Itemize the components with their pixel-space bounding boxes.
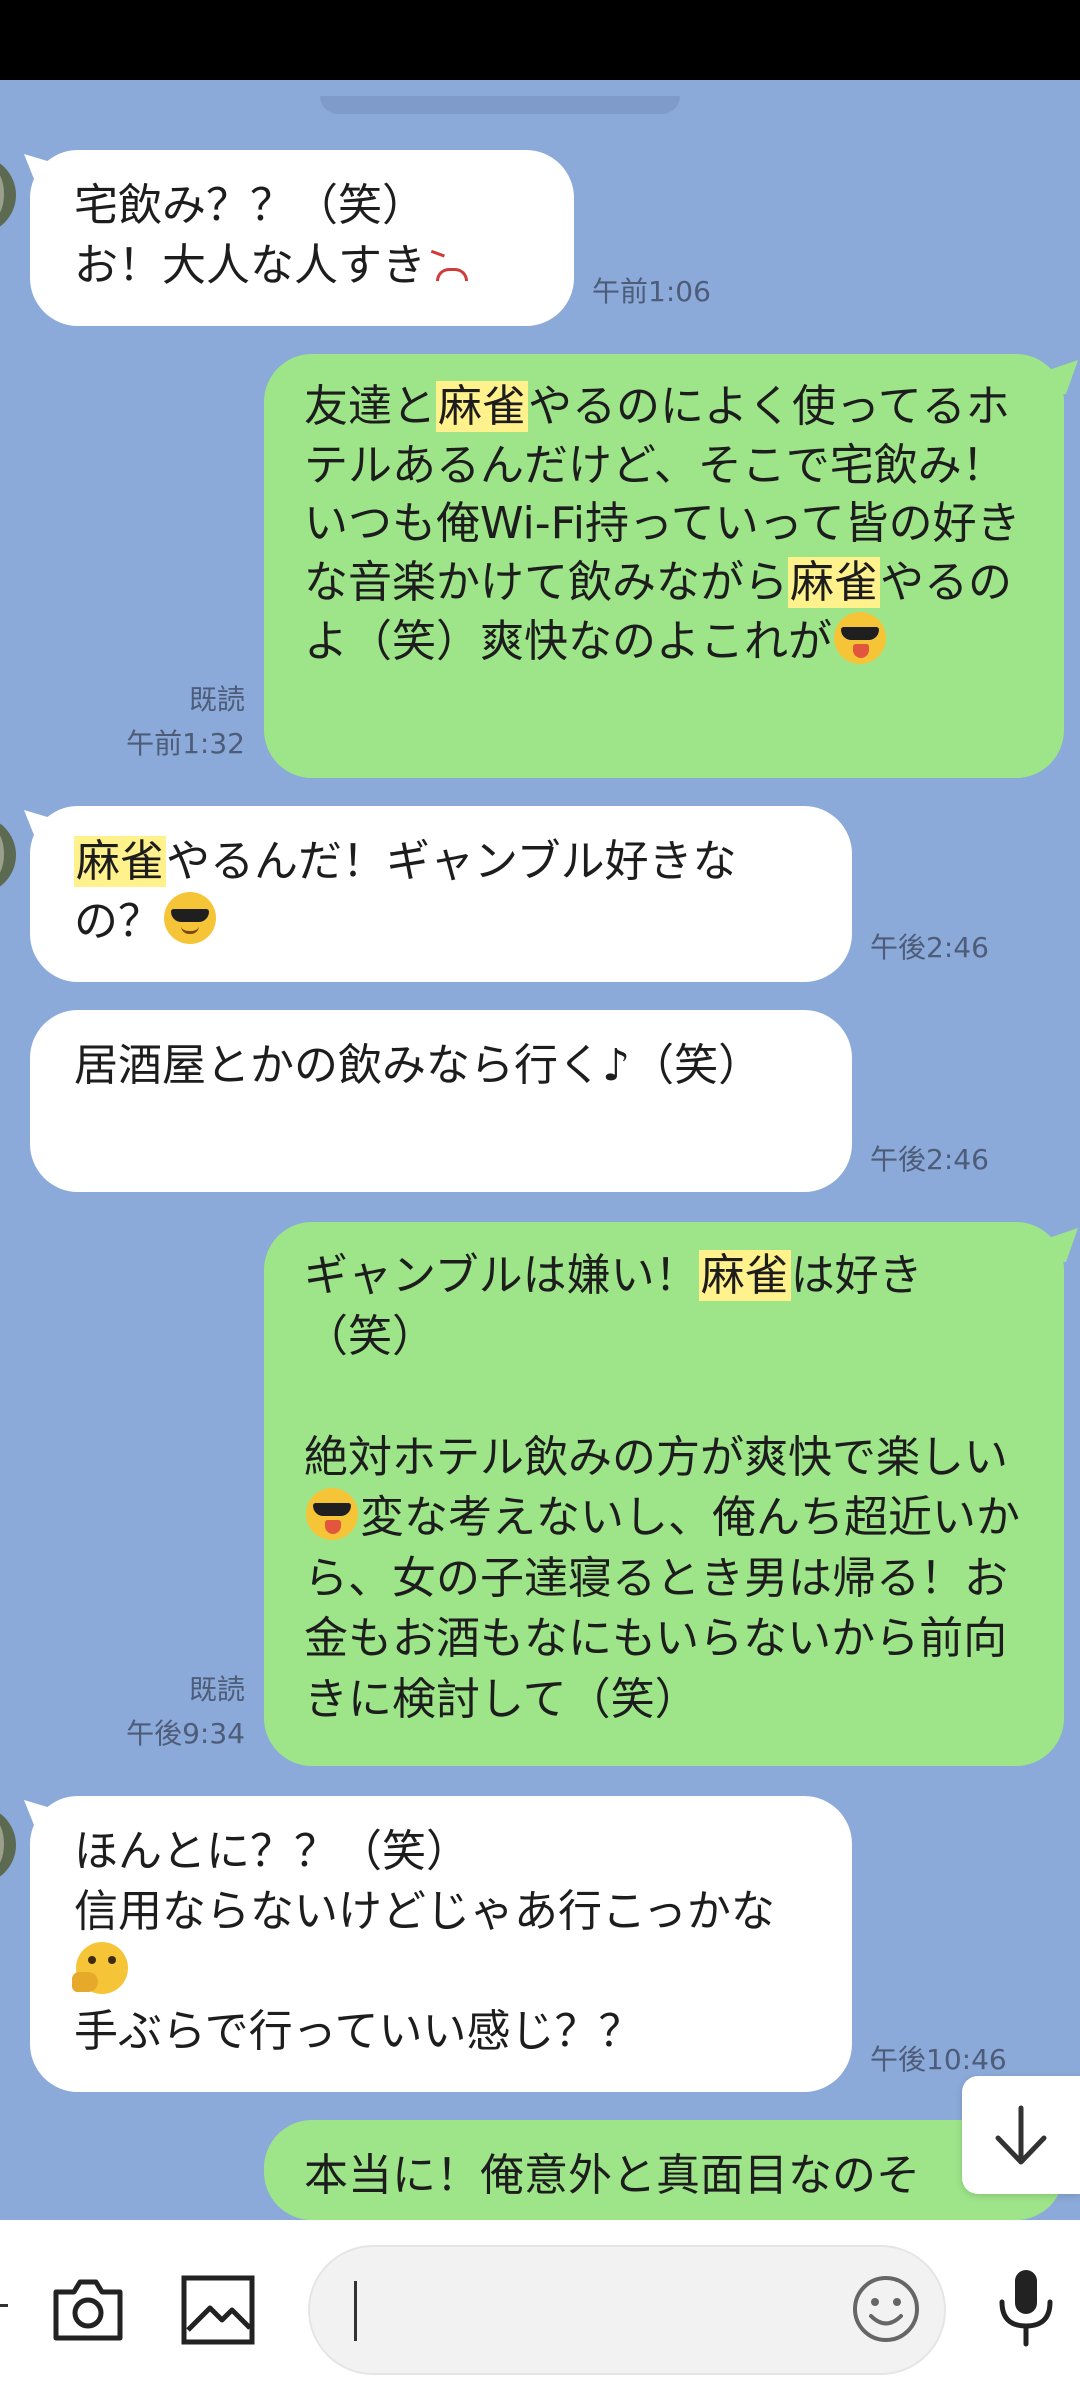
message-bubble-in[interactable]: ほんとに？？（笑） 信用ならないけどじゃあ行こっかな 手ぶらで行っていい感じ？？ bbox=[30, 1796, 852, 2092]
message-text: ほんとに？？（笑） 信用ならないけどじゃあ行こっかな bbox=[74, 1826, 775, 1937]
message-text: 友達と bbox=[304, 381, 436, 432]
message-time: 午前1:32 bbox=[126, 727, 245, 760]
more-icon[interactable] bbox=[0, 2304, 8, 2307]
message-text: 宅飲み？？（笑） お！大人な人すき bbox=[74, 180, 426, 291]
image-icon[interactable] bbox=[176, 2268, 260, 2352]
camera-icon[interactable] bbox=[46, 2268, 130, 2352]
emoji-icon[interactable] bbox=[846, 2269, 926, 2349]
message-text: 変な考えないし、俺んち超近いから、女の子達寝るとき男は帰る！お金もお酒もなにもい… bbox=[304, 1492, 1020, 1725]
avatar[interactable] bbox=[0, 156, 16, 234]
message-bubble-out[interactable]: 友達と麻雀やるのによく使ってるホテルあるんだけど、そこで宅飲み！いつも俺Wi-F… bbox=[264, 354, 1064, 778]
status-bar bbox=[0, 0, 1080, 80]
highlighted-keyword: 麻雀 bbox=[698, 1250, 791, 1301]
tongue-sunglasses-emoji-icon bbox=[834, 612, 886, 664]
message-composer-bar bbox=[0, 2220, 1080, 2400]
highlighted-keyword: 麻雀 bbox=[788, 556, 880, 608]
read-receipt: 既読 bbox=[188, 683, 245, 716]
message-time: 午後9:34 bbox=[126, 1717, 245, 1750]
message-bubble-out[interactable]: ギャンブルは嫌い！麻雀は好き（笑） 絶対ホテル飲みの方が爽快で楽しい変な考えない… bbox=[264, 1222, 1064, 1766]
message-text: 本当に！俺意外と真面目なのそ bbox=[304, 2150, 920, 2201]
sad-face-emoji-icon bbox=[428, 244, 472, 284]
message-time: 午後2:46 bbox=[870, 1143, 989, 1176]
pull-indicator bbox=[320, 96, 680, 114]
tongue-sunglasses-emoji-icon bbox=[306, 1488, 358, 1540]
message-time: 午後2:46 bbox=[870, 931, 989, 964]
message-text: 手ぶらで行っていい感じ？？ bbox=[74, 2006, 643, 2057]
microphone-icon[interactable] bbox=[986, 2264, 1066, 2354]
scroll-to-bottom-button[interactable] bbox=[962, 2076, 1080, 2194]
message-time: 午前1:06 bbox=[592, 275, 711, 308]
avatar[interactable] bbox=[0, 1806, 16, 1884]
message-bubble-in[interactable]: 宅飲み？？（笑） お！大人な人すき bbox=[30, 150, 574, 326]
message-bubble-in[interactable]: 居酒屋とかの飲みなら行く♪（笑） bbox=[30, 1010, 852, 1192]
sunglasses-face-emoji-icon bbox=[164, 892, 216, 944]
message-bubble-in[interactable]: 麻雀やるんだ！ギャンブル好きなの？ bbox=[30, 806, 852, 982]
highlighted-keyword: 麻雀 bbox=[436, 381, 528, 432]
text-caret bbox=[354, 2281, 357, 2341]
message-time: 午後10:46 bbox=[870, 2043, 1007, 2076]
read-receipt: 既読 bbox=[188, 1673, 245, 1706]
highlighted-keyword: 麻雀 bbox=[74, 836, 166, 887]
avatar[interactable] bbox=[0, 816, 16, 894]
message-bubble-out[interactable]: 本当に！俺意外と真面目なのそ bbox=[264, 2120, 1064, 2220]
thinking-face-emoji-icon bbox=[72, 1942, 128, 1994]
arrow-down-icon bbox=[995, 2105, 1047, 2165]
message-text: 居酒屋とかの飲みなら行く♪（笑） bbox=[74, 1040, 763, 1091]
message-text: ギャンブルは嫌い！ bbox=[304, 1250, 699, 1301]
message-input[interactable] bbox=[308, 2245, 946, 2375]
